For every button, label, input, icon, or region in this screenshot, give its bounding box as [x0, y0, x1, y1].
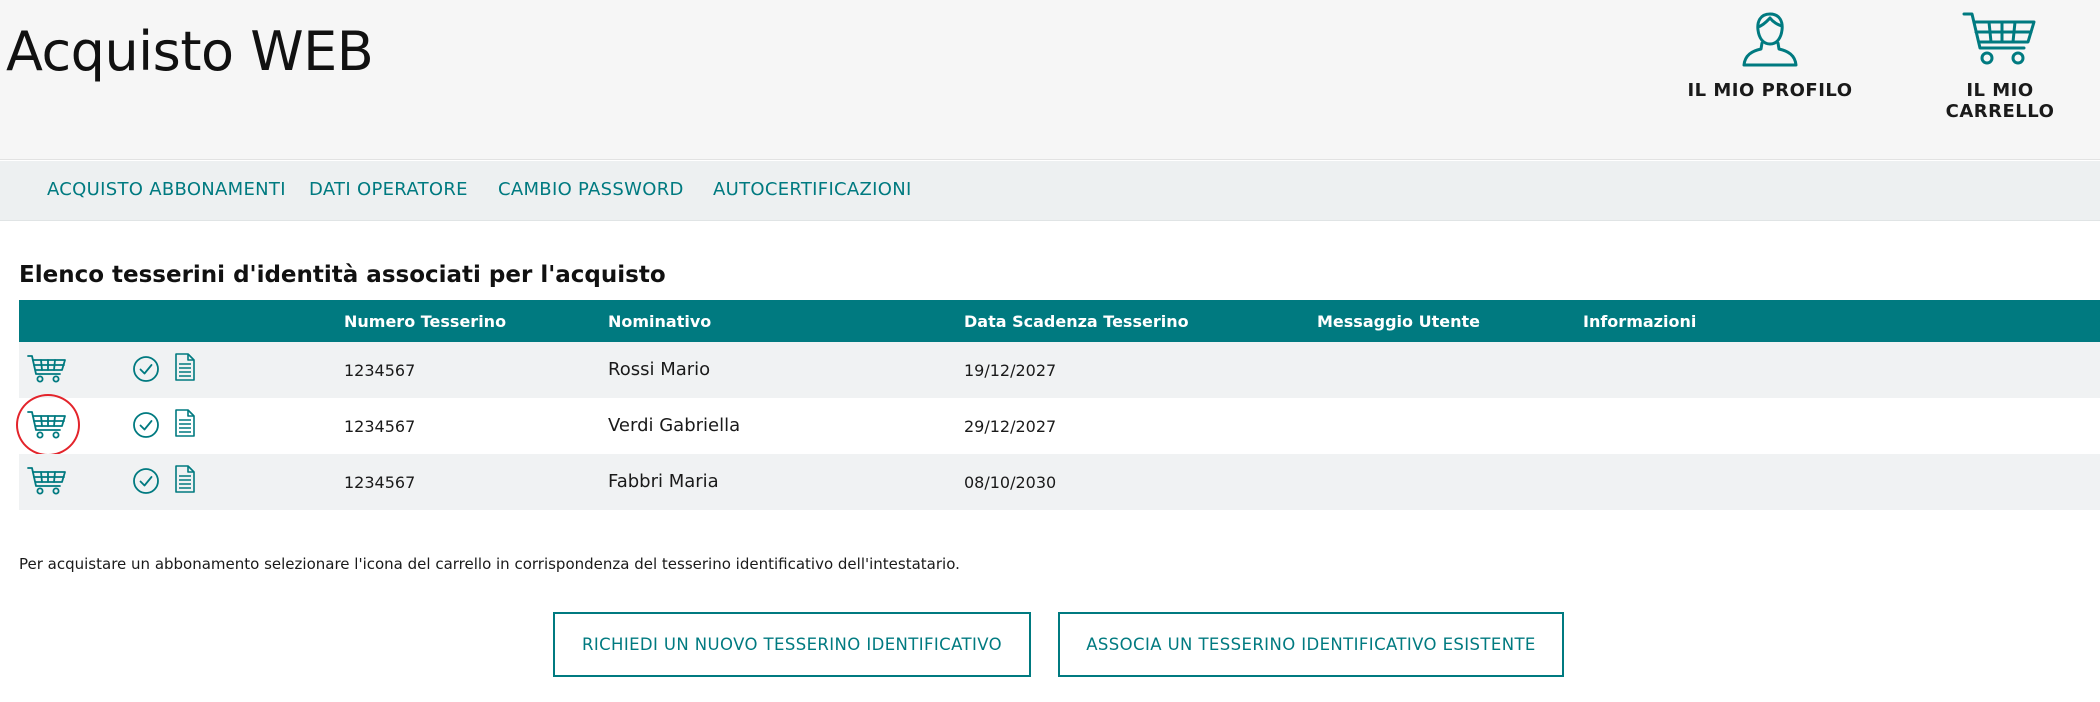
nav-item-cambio-password[interactable]: CAMBIO PASSWORD: [498, 179, 684, 200]
purchase-hint: Per acquistare un abbonamento selezionar…: [19, 555, 960, 573]
check-circle-icon[interactable]: [132, 467, 160, 495]
nav-item-dati-operatore[interactable]: DATI OPERATORE: [309, 179, 468, 200]
document-icon[interactable]: [174, 408, 196, 438]
my-cart-label: IL MIO CARRELLO: [1945, 80, 2055, 122]
col-header-informazioni: Informazioni: [1583, 312, 1697, 331]
table-header: Numero Tesserino Nominativo Data Scadenz…: [19, 300, 2100, 342]
cell-numero: 1234567: [344, 417, 416, 436]
cell-scadenza: 08/10/2030: [964, 473, 1057, 492]
table-row: 1234567 Rossi Mario 19/12/2027: [19, 342, 2100, 398]
request-new-card-button[interactable]: RICHIEDI UN NUOVO TESSERINO IDENTIFICATI…: [553, 612, 1031, 677]
cell-nominativo: Fabbri Maria: [608, 471, 719, 492]
cart-icon[interactable]: [27, 354, 67, 384]
table-row: 1234567 Fabbri Maria 08/10/2030: [19, 454, 2100, 510]
cart-icon: [1962, 12, 2036, 65]
my-cart-link[interactable]: IL MIO CARRELLO: [1910, 10, 2090, 122]
col-header-scadenza: Data Scadenza Tesserino: [964, 312, 1189, 331]
nav-item-acquisto-abbonamenti[interactable]: ACQUISTO ABBONAMENTI: [47, 179, 286, 200]
my-profile-link[interactable]: IL MIO PROFILO: [1680, 10, 1860, 101]
cart-icon[interactable]: [27, 466, 67, 496]
cards-table: Numero Tesserino Nominativo Data Scadenz…: [16, 300, 2100, 510]
cell-numero: 1234567: [344, 473, 416, 492]
col-header-messaggio: Messaggio Utente: [1317, 312, 1480, 331]
check-circle-icon[interactable]: [132, 355, 160, 383]
app-title: Acquisto WEB: [6, 20, 374, 83]
cell-nominativo: Verdi Gabriella: [608, 415, 741, 436]
nav-item-autocertificazioni[interactable]: AUTOCERTIFICAZIONI: [713, 179, 912, 200]
main-nav: ACQUISTO ABBONAMENTI DATI OPERATORE CAMB…: [0, 161, 2100, 221]
check-circle-icon[interactable]: [132, 411, 160, 439]
cell-numero: 1234567: [344, 361, 416, 380]
document-icon[interactable]: [174, 464, 196, 494]
associate-card-button[interactable]: ASSOCIA UN TESSERINO IDENTIFICATIVO ESIS…: [1058, 612, 1564, 677]
cell-scadenza: 19/12/2027: [964, 361, 1057, 380]
table-row: 1234567 Verdi Gabriella 29/12/2027: [16, 394, 2100, 456]
my-profile-label: IL MIO PROFILO: [1687, 80, 1853, 101]
document-icon[interactable]: [174, 352, 196, 382]
user-icon: [1742, 12, 1798, 67]
cart-icon[interactable]: [27, 410, 67, 440]
cell-scadenza: 29/12/2027: [964, 417, 1057, 436]
cell-nominativo: Rossi Mario: [608, 359, 711, 380]
section-title: Elenco tesserini d'identità associati pe…: [19, 262, 666, 288]
col-header-nominativo: Nominativo: [608, 312, 712, 331]
col-header-numero: Numero Tesserino: [344, 312, 507, 331]
app-header: Acquisto WEB IL MIO PROFILO IL MIO CARRE…: [0, 0, 2100, 160]
